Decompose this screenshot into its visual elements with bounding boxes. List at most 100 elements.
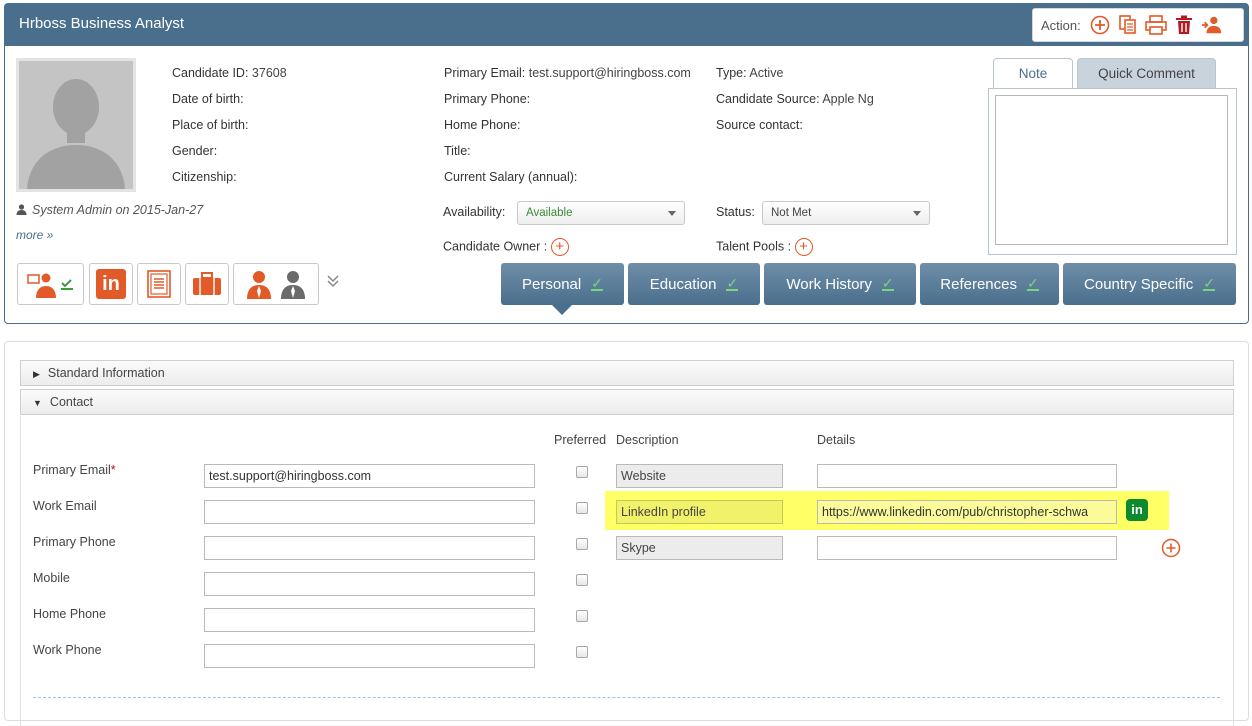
preferred-header: Preferred (554, 433, 607, 447)
profile-verified-icon (26, 273, 73, 298)
tab-education[interactable]: Education ✓ (628, 263, 760, 305)
expand-more-icon[interactable] (327, 274, 339, 291)
delete-icon[interactable] (1173, 14, 1195, 36)
status-select[interactable]: Not Met (762, 201, 930, 225)
primary-phone-input[interactable] (204, 536, 535, 560)
briefcase-button[interactable] (185, 263, 229, 305)
note-panel (988, 88, 1237, 255)
tab-country-specific[interactable]: Country Specific ✓ (1063, 263, 1236, 305)
accordion-contact-label: Contact (49, 395, 94, 409)
accordion-contact[interactable]: ▼ Contact (20, 389, 1234, 415)
work-email-input[interactable] (204, 500, 535, 524)
primary-email-label-text: Primary Email (33, 463, 111, 477)
required-marker: * (110, 463, 116, 477)
linkedin-open-icon[interactable]: in (1126, 499, 1148, 521)
created-by: System Admin on 2015-Jan-27 (16, 203, 203, 217)
status-label: Status: (716, 205, 755, 219)
briefcase-icon (193, 272, 221, 295)
details-panel: ▶ Standard Information ▼ Contact (4, 341, 1249, 726)
document-icon (147, 270, 171, 298)
primary-email-field: Primary Email: test.support@hiringboss.c… (444, 66, 691, 80)
person-orange-icon (247, 271, 271, 299)
primary-phone-preferred-checkbox[interactable] (576, 538, 588, 550)
tab-quick-comment[interactable]: Quick Comment (1077, 58, 1216, 88)
tab-references[interactable]: References ✓ (920, 263, 1059, 305)
type-field: Type: Active (716, 66, 783, 80)
home-phone-input[interactable] (204, 608, 535, 632)
accordion-standard-label: Standard Information (47, 366, 165, 380)
action-toolbar: Action: (1032, 8, 1244, 42)
availability-label: Availability: (443, 205, 506, 219)
linkedin-icon: in (96, 269, 126, 299)
check-icon: ✓ (881, 275, 894, 291)
website-description: Website (616, 464, 783, 488)
availability-value: Available (526, 207, 573, 219)
details-header: Details (817, 433, 856, 447)
work-phone-input[interactable] (204, 644, 535, 668)
source-contact-label: Source contact: (716, 118, 803, 132)
chevron-down-icon (668, 211, 676, 216)
tab-note[interactable]: Note (993, 58, 1073, 88)
pob-label: Place of birth: (172, 118, 249, 132)
talent-pools-label: Talent Pools : (716, 239, 792, 254)
tab-work-history-label: Work History (786, 275, 872, 293)
note-textarea[interactable] (995, 95, 1228, 245)
salary-label: Current Salary (annual): (444, 170, 578, 184)
work-email-label: Work Email (33, 499, 97, 513)
tab-country-specific-label: Country Specific (1084, 275, 1194, 293)
candidate-id-field: Candidate ID: 37608 (172, 66, 287, 80)
copy-icon[interactable] (1117, 14, 1139, 36)
add-contact-row-icon[interactable] (1161, 538, 1181, 561)
more-link[interactable]: more » (16, 228, 53, 242)
primary-phone-label: Primary Phone (33, 535, 116, 549)
document-button[interactable] (137, 263, 181, 305)
status-value: Not Met (771, 207, 812, 219)
primary-email-input[interactable]: test.support@hiringboss.com (204, 464, 535, 488)
primary-phone-label: Primary Phone: (444, 92, 531, 106)
website-details-input[interactable] (817, 464, 1117, 488)
action-label: Action: (1041, 17, 1081, 33)
chevron-down-icon (913, 211, 921, 216)
tab-work-history[interactable]: Work History ✓ (764, 263, 916, 305)
contacts-button[interactable] (233, 263, 319, 305)
tab-personal[interactable]: Personal ✓ (501, 263, 624, 305)
skype-details-input[interactable] (817, 536, 1117, 560)
type-label: Type: (716, 66, 747, 80)
mobile-label: Mobile (33, 571, 70, 585)
check-icon: ✓ (591, 275, 603, 291)
linkedin-button[interactable]: in (89, 263, 133, 305)
tab-references-label: References (940, 275, 1017, 293)
linkedin-details-input[interactable]: https://www.linkedin.com/pub/christopher… (817, 500, 1117, 524)
mobile-preferred-checkbox[interactable] (576, 574, 588, 586)
primary-email-label: Primary Email: (444, 66, 526, 80)
transfer-person-icon[interactable] (1201, 14, 1223, 36)
work-phone-preferred-checkbox[interactable] (576, 646, 588, 658)
caret-right-icon: ▶ (33, 369, 40, 379)
add-icon[interactable] (1089, 14, 1111, 36)
active-tab-pointer (552, 305, 572, 315)
user-icon (16, 204, 27, 215)
add-talent-pool-icon[interactable]: + (794, 238, 813, 256)
page-title: Hrboss Business Analyst (19, 15, 185, 32)
skype-description: Skype (616, 536, 783, 560)
print-icon[interactable] (1144, 14, 1167, 36)
mobile-input[interactable] (204, 572, 535, 596)
title-label: Title: (444, 144, 471, 158)
profile-check-button[interactable] (17, 263, 84, 305)
dob-label: Date of birth: (172, 92, 244, 106)
owner-label: Candidate Owner : (443, 239, 548, 254)
accordion-standard-information[interactable]: ▶ Standard Information (20, 360, 1234, 386)
source-value: Apple Ng (822, 92, 874, 106)
home-phone-preferred-checkbox[interactable] (576, 610, 588, 622)
type-value: Active (749, 66, 784, 80)
home-phone-label: Home Phone: (444, 118, 521, 132)
created-by-text: System Admin on 2015-Jan-27 (32, 203, 204, 217)
work-email-preferred-checkbox[interactable] (576, 502, 588, 514)
add-owner-icon[interactable]: + (550, 238, 569, 256)
gender-label: Gender: (172, 144, 218, 158)
primary-email-preferred-checkbox[interactable] (576, 466, 588, 478)
primary-email-value: test.support@hiringboss.com (528, 66, 691, 80)
work-phone-label: Work Phone (33, 643, 102, 657)
person-gray-icon (281, 271, 305, 299)
availability-select[interactable]: Available (517, 201, 685, 225)
